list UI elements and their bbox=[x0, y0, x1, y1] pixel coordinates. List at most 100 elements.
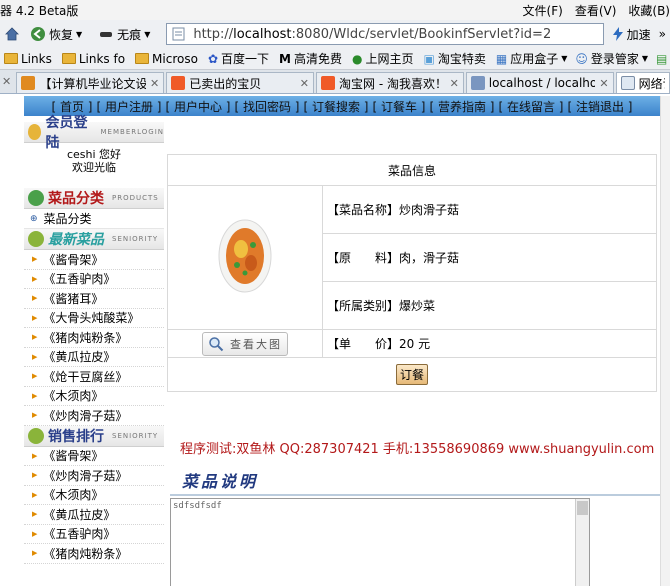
bookmarks-right: ▦应用盒子▼ ☺登录管家▼ ▤翻译 bbox=[496, 50, 670, 67]
category-header: 菜品分类 PRODUCTS bbox=[24, 188, 164, 209]
close-icon[interactable]: ✕ bbox=[300, 77, 309, 90]
incognito-button[interactable]: 无痕 ▼ bbox=[92, 23, 156, 45]
category-subtitle: PRODUCTS bbox=[112, 194, 159, 202]
new-dish-item[interactable]: ▶ 《猪肉炖粉条》 bbox=[24, 328, 164, 348]
bookmark-microsoft[interactable]: Microso bbox=[135, 52, 198, 66]
menu-favorites[interactable]: 收藏(B) bbox=[628, 2, 670, 19]
rank-dish-item[interactable]: ▶ 《木须肉》 bbox=[24, 486, 164, 505]
tab-active[interactable]: 网络订 bbox=[615, 72, 670, 93]
dish-info: 菜品信息 【菜品名称】炒肉滑子菇 【原 料】肉，滑子菇 【所属类别】爆炒菜 查看… bbox=[167, 154, 657, 392]
login-manager-button[interactable]: ☺ 登录管家 ▼ bbox=[575, 50, 648, 67]
dish-price: 20 元 bbox=[399, 337, 431, 351]
order-button[interactable]: 订餐 bbox=[395, 364, 428, 385]
bookmark-homepage[interactable]: ● 上网主页 bbox=[352, 50, 414, 67]
browser-navbar: 恢复 ▼ 无痕 ▼ http://localhost:8080/Wldc/ser… bbox=[0, 20, 670, 48]
scroll-thumb[interactable] bbox=[577, 501, 588, 515]
accelerate-button[interactable]: 加速 bbox=[608, 23, 655, 45]
back-button[interactable]: 恢复 ▼ bbox=[24, 23, 88, 45]
new-dish-item[interactable]: ▶ 《酱骨架》 bbox=[24, 250, 164, 270]
sidebar: 会员登陆 MEMBERLOGIN ceshi 您好 欢迎光临 菜品分类 PROD… bbox=[24, 115, 164, 564]
arrow-icon: ▶ bbox=[32, 411, 38, 420]
new-dish-item[interactable]: ▶ 《炝干豆腐丝》 bbox=[24, 367, 164, 387]
rank-dish-item[interactable]: ▶ 《猪肉炖粉条》 bbox=[24, 544, 164, 564]
translate-button[interactable]: ▤翻译 bbox=[656, 50, 670, 67]
new-dish-item[interactable]: ▶ 《炒肉滑子菇》 bbox=[24, 406, 164, 426]
tab-thesis[interactable]: 【计算机毕业论文设计...✕ bbox=[16, 72, 165, 93]
rank-dish-item[interactable]: ▶ 《黄瓜拉皮》 bbox=[24, 505, 164, 525]
tab-localhost[interactable]: localhost / localhost /...✕ bbox=[465, 72, 614, 93]
nav-register[interactable]: [ 用户注册 ] bbox=[97, 98, 162, 115]
menu-view[interactable]: 查看(V) bbox=[575, 2, 617, 19]
rank-dish-item[interactable]: ▶ 《五香驴肉》 bbox=[24, 525, 164, 544]
description-box[interactable]: sdfsdfsdf bbox=[170, 498, 590, 586]
arrow-icon: ▶ bbox=[32, 391, 38, 400]
rank-dish-item[interactable]: ▶ 《炒肉滑子菇》 bbox=[24, 466, 164, 486]
address-bar[interactable]: http://localhost:8080/Wldc/servlet/Booki… bbox=[166, 23, 604, 45]
new-dish-item[interactable]: ▶ 《大骨头炖酸菜》 bbox=[24, 309, 164, 328]
nav-messages[interactable]: [ 在线留言 ] bbox=[499, 98, 564, 115]
new-dish-label: 《猪肉炖粉条》 bbox=[43, 330, 128, 345]
arrow-icon: ▶ bbox=[32, 451, 38, 460]
rank-dish-item[interactable]: ▶ 《酱骨架》 bbox=[24, 447, 164, 466]
nav-recover-password[interactable]: [ 找回密码 ] bbox=[235, 98, 300, 115]
new-dish-item[interactable]: ▶ 《黄瓜拉皮》 bbox=[24, 348, 164, 367]
new-dish-item[interactable]: ▶ 《酱猪耳》 bbox=[24, 289, 164, 309]
app-box-button[interactable]: ▦ 应用盒子 ▼ bbox=[496, 50, 568, 67]
sales-rank-subtitle: SENIORITY bbox=[112, 431, 159, 440]
new-dishes-subtitle: SENIORITY bbox=[112, 235, 159, 243]
close-icon[interactable]: ✕ bbox=[599, 77, 608, 90]
description-text: sdfsdfsdf bbox=[173, 501, 222, 511]
close-icon[interactable]: ✕ bbox=[2, 75, 14, 88]
new-dish-label: 《大骨头炖酸菜》 bbox=[43, 311, 140, 326]
nav-cart[interactable]: [ 订餐车 ] bbox=[373, 98, 426, 115]
nav-nutrition[interactable]: [ 营养指南 ] bbox=[430, 98, 495, 115]
page-icon: ▣ bbox=[423, 51, 435, 66]
menu-file[interactable]: 文件(F) bbox=[523, 2, 563, 19]
dish-name-cell: 【菜品名称】炒肉滑子菇 bbox=[322, 185, 657, 234]
window-title: 器 4.2 Beta版 bbox=[0, 4, 79, 18]
close-icon[interactable]: ✕ bbox=[450, 77, 459, 90]
folder-icon bbox=[4, 53, 18, 64]
dish-price-cell: 【单 价】20 元 bbox=[322, 329, 657, 358]
arrow-icon: ▶ bbox=[32, 471, 38, 480]
home-icon[interactable] bbox=[4, 26, 20, 42]
bookmark-baidu[interactable]: ✿ 百度一下 bbox=[208, 50, 269, 67]
browser-titlebar: 器 4.2 Beta版 文件(F) 查看(V) 收藏(B) bbox=[0, 0, 670, 20]
bookmark-taobao[interactable]: ▣ 淘宝特卖 bbox=[423, 50, 485, 67]
category-item[interactable]: ⊕ 菜品分类 bbox=[24, 209, 164, 229]
new-dish-item[interactable]: ▶ 《木须肉》 bbox=[24, 387, 164, 406]
nav-search[interactable]: [ 订餐搜索 ] bbox=[304, 98, 369, 115]
bookmark-links-for[interactable]: Links fo bbox=[61, 52, 125, 66]
description-header: 菜品说明 bbox=[170, 468, 660, 496]
back-button-label: 恢复 bbox=[49, 27, 74, 42]
close-icon[interactable]: ✕ bbox=[150, 77, 159, 90]
view-large-image-button[interactable]: 查看大图 bbox=[202, 331, 288, 356]
chevron-down-icon: ▼ bbox=[76, 29, 83, 39]
overflow-icon[interactable]: » bbox=[659, 27, 670, 41]
rank-dish-label: 《木须肉》 bbox=[43, 488, 104, 503]
rank-dish-label: 《酱骨架》 bbox=[43, 449, 104, 464]
tab-sold-items[interactable]: 已卖出的宝贝 ✕ bbox=[166, 72, 314, 93]
page-scrollbar[interactable] bbox=[660, 96, 670, 586]
rank-dish-label: 《黄瓜拉皮》 bbox=[43, 507, 116, 522]
new-dish-item[interactable]: ▶ 《五香驴肉》 bbox=[24, 270, 164, 289]
nav-logout[interactable]: [ 注销退出 ] bbox=[568, 98, 633, 115]
bookmark-links[interactable]: Links bbox=[4, 52, 52, 66]
arrow-icon: ▶ bbox=[32, 352, 38, 361]
bookmark-hd-free[interactable]: M 高清免费 bbox=[279, 50, 342, 67]
lightning-icon bbox=[612, 27, 623, 41]
folder-icon bbox=[61, 53, 76, 64]
new-dishes-title: 最新菜品 bbox=[48, 232, 104, 248]
arrow-icon: ▶ bbox=[32, 372, 38, 381]
description-scrollbar[interactable] bbox=[575, 499, 589, 586]
nav-user-center[interactable]: [ 用户中心 ] bbox=[166, 98, 231, 115]
rank-dish-label: 《五香驴肉》 bbox=[43, 527, 116, 542]
chevron-down-icon: ▼ bbox=[144, 29, 151, 39]
rank-dish-label: 《炒肉滑子菇》 bbox=[43, 468, 128, 483]
welcome-text: 欢迎光临 bbox=[72, 161, 116, 174]
accelerate-label: 加速 bbox=[626, 27, 651, 42]
description-title: 菜品说明 bbox=[182, 472, 259, 491]
tab-strip: ✕ 【计算机毕业论文设计...✕ 已卖出的宝贝✕ 淘宝网 - 淘我喜欢！✕ lo… bbox=[0, 70, 670, 94]
site-icon bbox=[470, 76, 485, 90]
tab-taobao[interactable]: 淘宝网 - 淘我喜欢！ ✕ bbox=[316, 72, 464, 93]
